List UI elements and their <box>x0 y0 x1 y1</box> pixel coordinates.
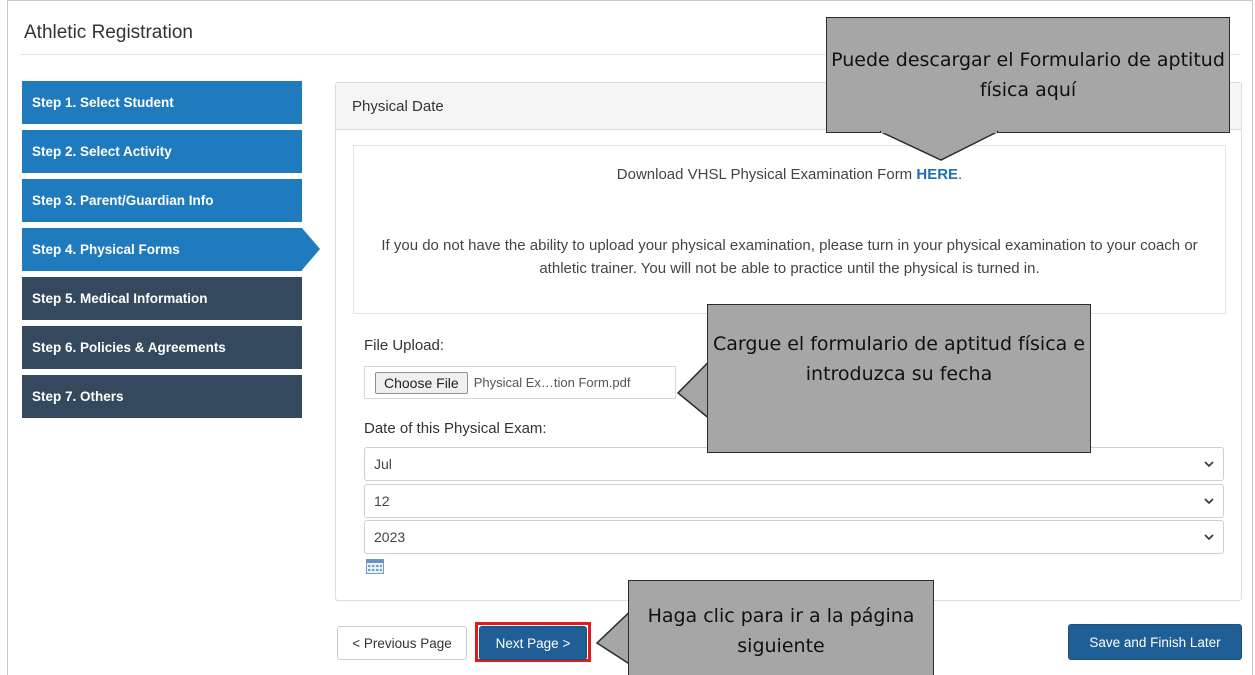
upload-warning-text: If you do not have the ability to upload… <box>381 237 1198 277</box>
step-others[interactable]: Step 7. Others <box>22 375 302 418</box>
exam-date-label: Date of this Physical Exam: <box>364 420 547 437</box>
previous-page-button[interactable]: < Previous Page <box>337 626 467 660</box>
chevron-down-icon <box>1204 498 1214 505</box>
step-select-activity[interactable]: Step 2. Select Activity <box>22 130 302 173</box>
selected-file-name: Physical Ex…tion Form.pdf <box>473 375 631 390</box>
callout-download-form: Puede descargar el Formulario de aptitud… <box>826 17 1230 133</box>
save-and-finish-later-button[interactable]: Save and Finish Later <box>1068 624 1242 660</box>
info-box: Download VHSL Physical Examination Form … <box>353 145 1226 314</box>
download-line: Download VHSL Physical Examination Form … <box>354 166 1225 183</box>
callout-upload-form: Cargue el formulario de aptitud física e… <box>707 304 1091 453</box>
step-sidebar: Step 1. Select Student Step 2. Select Ac… <box>22 81 320 424</box>
step-parent-guardian-info[interactable]: Step 3. Parent/Guardian Info <box>22 179 302 222</box>
exam-day-select[interactable]: 12 <box>364 484 1224 518</box>
calendar-icon[interactable] <box>366 559 384 574</box>
chevron-down-icon <box>1204 534 1214 541</box>
callout-next-page: Haga clic para ir a la página siguiente <box>628 580 934 675</box>
exam-year-select[interactable]: 2023 <box>364 520 1224 554</box>
step-physical-forms[interactable]: Step 4. Physical Forms <box>22 228 320 271</box>
step-policies-agreements[interactable]: Step 6. Policies & Agreements <box>22 326 302 369</box>
step-select-student[interactable]: Step 1. Select Student <box>22 81 302 124</box>
exam-day-value: 12 <box>374 493 390 509</box>
chevron-down-icon <box>1204 461 1214 468</box>
download-text: Download VHSL Physical Examination Form <box>616 166 917 183</box>
file-upload-input[interactable]: Choose File Physical Ex…tion Form.pdf <box>364 366 676 399</box>
choose-file-button[interactable]: Choose File <box>375 371 468 394</box>
download-here-link[interactable]: HERE <box>916 166 958 183</box>
download-suffix: . <box>958 166 963 183</box>
exam-year-value: 2023 <box>374 529 406 545</box>
page-title: Athletic Registration <box>24 22 193 43</box>
next-page-button[interactable]: Next Page > <box>479 626 587 660</box>
exam-month-value: Jul <box>374 456 392 472</box>
step-medical-information[interactable]: Step 5. Medical Information <box>22 277 302 320</box>
file-upload-label: File Upload: <box>364 337 445 354</box>
